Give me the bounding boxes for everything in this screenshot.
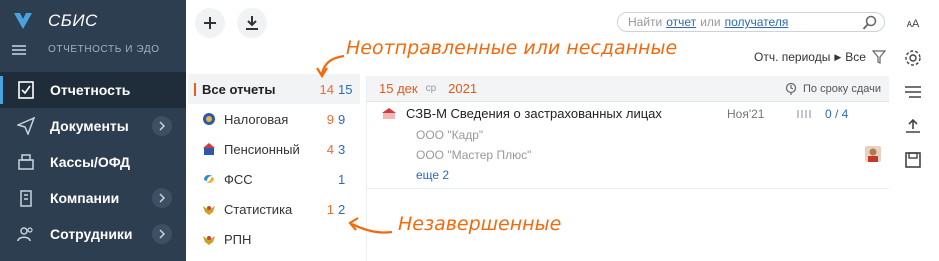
sort-label: По сроку сдачи (803, 83, 881, 95)
eagle-emblem-icon (202, 202, 216, 216)
upload-icon[interactable] (902, 116, 924, 136)
fss-emblem-icon (202, 172, 216, 186)
unsent-count: 9 (326, 111, 334, 127)
more-link[interactable]: еще 2 (416, 168, 449, 182)
download-icon (246, 16, 258, 30)
chevron-right-icon[interactable] (152, 188, 172, 208)
search-icon[interactable] (862, 15, 878, 34)
total-count: 3 (338, 141, 346, 157)
plus-icon (204, 17, 216, 29)
annotation-unsent: Неотправленные или несданные (346, 37, 678, 59)
sidebar-item-label: Кассы/ОФД (50, 154, 131, 170)
report-filters: Все отчеты 14 15 Налоговая 9 9 Пенсионны… (188, 74, 360, 254)
total-count: 9 (338, 111, 346, 127)
filter-label: Пенсионный (224, 141, 300, 157)
sidebar-item-cash[interactable]: Кассы/ОФД (0, 144, 186, 180)
report-periods-filter[interactable]: Отч. периоды ▶ Все (754, 50, 886, 64)
sidebar-item-label: Сотрудники (50, 226, 133, 242)
filter-label: Все отчеты (202, 81, 276, 97)
unsent-count: 1 (326, 201, 334, 217)
search-middle: или (700, 15, 721, 29)
filter-label: РПН (224, 231, 252, 247)
eagle-emblem-icon (202, 232, 216, 246)
sidebar-item-employees[interactable]: Сотрудники (0, 216, 186, 252)
building-icon (16, 188, 36, 208)
download-button[interactable] (237, 8, 267, 38)
unsent-count: 14 (319, 81, 334, 97)
cash-register-icon (16, 152, 36, 172)
recipient-org: ООО "Мастер Плюс" (416, 148, 532, 162)
sidebar-nav: Отчетность Документы Кассы/ОФД Компании (0, 72, 186, 252)
paper-plane-icon (16, 116, 36, 136)
menu-icon[interactable] (12, 44, 26, 55)
chevron-right-icon[interactable] (152, 224, 172, 244)
search-recipient-link[interactable]: получателя (725, 15, 789, 29)
annotation-incomplete: Незавершенные (398, 213, 562, 235)
search-input[interactable]: Найти отчет или получателя (617, 12, 885, 32)
annotation-arrow-up (316, 54, 345, 79)
filter-tax[interactable]: Налоговая 9 9 (188, 104, 360, 134)
sidebar-item-documents[interactable]: Документы (0, 108, 186, 144)
sidebar-item-label: Документы (50, 118, 129, 134)
chevron-right-icon[interactable] (152, 116, 172, 136)
date-year: 2021 (448, 81, 478, 96)
filter-pension[interactable]: Пенсионный 4 3 (188, 134, 360, 164)
sort-control[interactable]: По сроку сдачи (785, 82, 881, 96)
people-icon (16, 224, 36, 244)
sbis-logo-icon (14, 13, 32, 29)
logo[interactable]: СБИС (12, 8, 98, 34)
list-settings-icon[interactable] (902, 82, 924, 102)
report-progress: 0 / 4 (825, 107, 849, 121)
total-count: 1 (338, 171, 346, 187)
font-size-icon[interactable]: ᴀA (902, 14, 924, 34)
sidebar: СБИС ОТЧЕТНОСТЬ И ЭДО Отчетность Докумен… (0, 0, 186, 261)
section-name: ОТЧЕТНОСТЬ И ЭДО (48, 44, 160, 55)
search-report-link[interactable]: отчет (666, 15, 696, 29)
sidebar-item-reports[interactable]: Отчетность (0, 72, 186, 108)
filter-label: ФСС (224, 171, 253, 187)
filter-fss[interactable]: ФСС 1 (188, 164, 360, 194)
section-switcher[interactable]: ОТЧЕТНОСТЬ И ЭДО (12, 44, 160, 55)
caret-right-icon: ▶ (834, 51, 842, 62)
periods-value: Все (845, 50, 866, 64)
filter-rpn[interactable]: РПН (188, 224, 360, 254)
filter-icon[interactable] (871, 50, 886, 64)
report-title: СЗВ-М Сведения о застрахованных лицах (406, 106, 662, 121)
avatar (865, 146, 881, 162)
gear-icon[interactable] (902, 48, 924, 68)
list-item[interactable]: СЗВ-М Сведения о застрахованных лицах Но… (367, 104, 889, 186)
deadline-icon (785, 82, 797, 95)
date-weekday: ср (425, 83, 437, 94)
add-button[interactable] (195, 8, 225, 38)
periods-label: Отч. периоды (754, 50, 831, 64)
divider (367, 188, 889, 189)
filter-label: Налоговая (224, 111, 289, 127)
save-icon[interactable] (902, 150, 924, 170)
pension-fund-icon (202, 142, 216, 156)
total-count: 15 (338, 81, 353, 97)
report-period: Ноя'21 (727, 107, 765, 121)
annotation-arrow-left (348, 217, 393, 234)
tax-emblem-icon (202, 112, 216, 126)
search-prefix: Найти (628, 15, 663, 29)
date-day: 15 дек (379, 81, 418, 96)
unsent-count: 4 (326, 141, 334, 157)
report-icon (16, 80, 36, 100)
sidebar-item-label: Компании (50, 190, 120, 206)
app-name: СБИС (48, 11, 98, 30)
pension-fund-icon (382, 108, 396, 119)
filter-statistics[interactable]: Статистика 1 2 (188, 194, 360, 224)
date-group-header: 15 дек ср 2021 По сроку сдачи (367, 76, 889, 102)
progress-bars-icon (797, 110, 813, 118)
filter-label: Статистика (224, 201, 293, 217)
recipient-org: ООО "Кадр" (416, 128, 484, 142)
sidebar-item-label: Отчетность (50, 82, 131, 98)
sidebar-item-companies[interactable]: Компании (0, 180, 186, 216)
